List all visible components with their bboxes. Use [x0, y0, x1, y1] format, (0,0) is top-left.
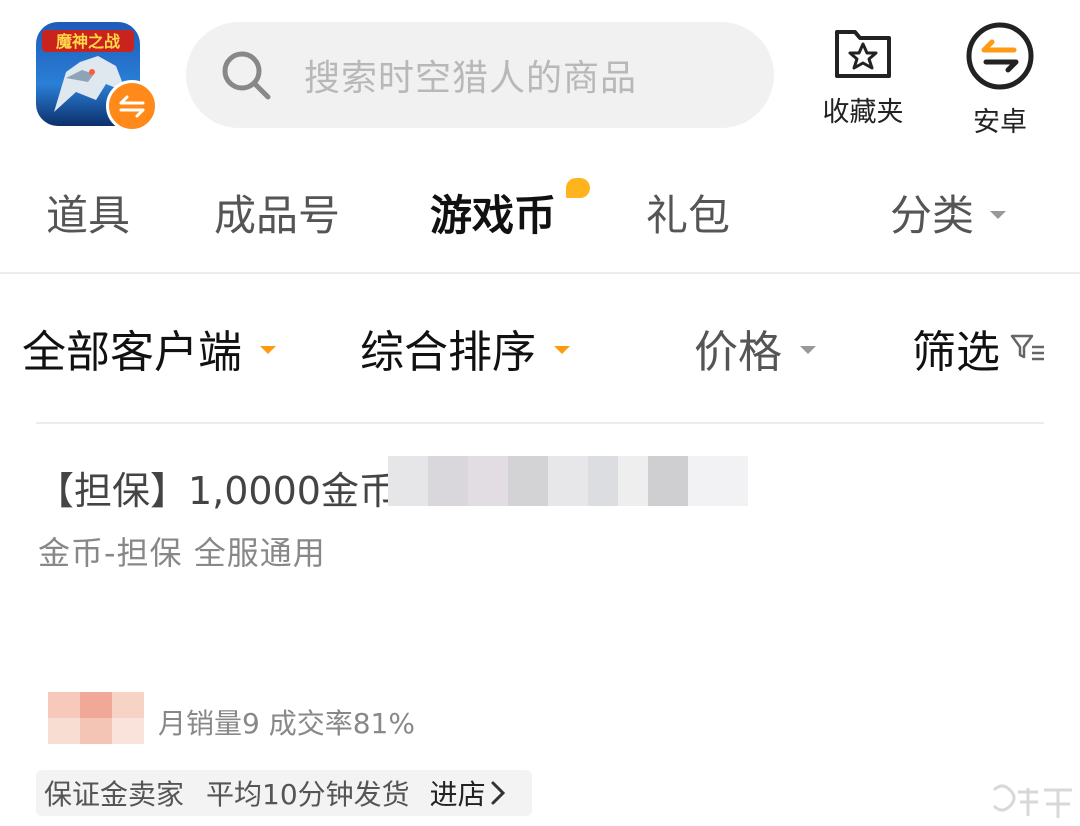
chevron-down-icon [260, 346, 276, 354]
seller-avatar-redacted [48, 692, 144, 744]
screen-filter-label: 筛选 [912, 327, 1000, 378]
screen-filter[interactable]: 筛选 [912, 316, 1046, 380]
search-bar[interactable]: 搜索时空猎人的商品 [186, 22, 774, 128]
deposit-seller-tag: 保证金卖家 [44, 778, 185, 811]
chevron-down-icon [990, 210, 1007, 219]
swap-icon [966, 22, 1034, 94]
client-filter[interactable]: 全部客户端 [22, 316, 276, 380]
chevron-right-icon [490, 780, 506, 806]
listing-subtitle: 金币-担保 全服通用 [38, 534, 326, 572]
tab-overflow-fade [808, 180, 848, 240]
sort-filter-label: 综合排序 [360, 327, 536, 378]
watermark-logo [988, 778, 1080, 826]
favorites-button[interactable]: 收藏夹 [808, 26, 918, 136]
divider [36, 422, 1044, 424]
price-filter-label: 价格 [694, 327, 782, 378]
listing-title[interactable]: 【担保】1,0000金币 [36, 460, 397, 515]
tab-accounts[interactable]: 成品号 [214, 182, 340, 243]
price-filter[interactable]: 价格 [694, 316, 816, 380]
tab-game-coins[interactable]: 游戏币 [430, 182, 556, 243]
filter-icon [1010, 333, 1046, 363]
sort-filter[interactable]: 综合排序 [360, 316, 570, 380]
seller-tag-bar: 保证金卖家 平均10分钟发货 进店 [36, 770, 532, 816]
search-input[interactable]: 搜索时空猎人的商品 [304, 49, 637, 101]
tab-items[interactable]: 道具 [46, 182, 130, 243]
swap-badge-icon [106, 80, 158, 132]
app-icon-title: 魔神之战 [56, 32, 120, 51]
category-tabs: 道具 成品号 游戏币 礼包 分类 [0, 160, 1080, 260]
client-filter-label: 全部客户端 [22, 327, 242, 378]
enter-store-link[interactable]: 进店 [430, 773, 486, 813]
favorites-label: 收藏夹 [822, 97, 904, 128]
tab-categories[interactable]: 分类 [890, 182, 1007, 243]
redacted-title-area [388, 456, 748, 506]
divider [0, 272, 1080, 274]
new-indicator-dot [566, 178, 590, 198]
tab-gift-packs[interactable]: 礼包 [646, 182, 730, 243]
search-icon [218, 47, 274, 103]
chevron-down-icon [800, 346, 816, 354]
tab-categories-label: 分类 [890, 191, 975, 240]
listing-stats: 月销量9 成交率81% [158, 707, 415, 740]
star-folder-icon [833, 26, 893, 84]
platform-label: 安卓 [973, 107, 1027, 138]
platform-switch-button[interactable]: 安卓 [950, 22, 1050, 138]
delivery-time-tag: 平均10分钟发货 [206, 778, 410, 811]
chevron-down-icon [554, 346, 570, 354]
